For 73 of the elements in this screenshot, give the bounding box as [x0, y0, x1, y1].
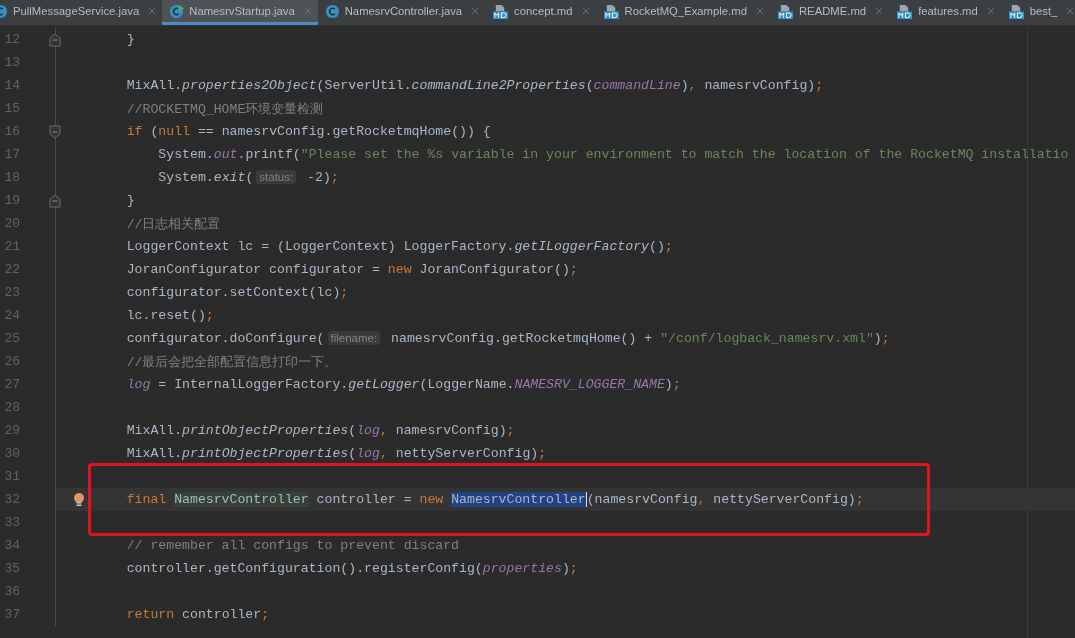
line-number: 21: [3, 239, 20, 254]
code-line: MixAll.printObjectProperties(log, nettyServerConfig);: [125, 446, 547, 461]
editor-tab[interactable]: features.md: [889, 0, 1001, 25]
line-number: 22: [3, 262, 20, 277]
markdown-file-icon: [492, 3, 510, 19]
line-number: 31: [3, 469, 20, 484]
editor-tab[interactable]: README.md: [769, 0, 890, 25]
line-number: 26: [3, 354, 20, 369]
markdown-file-icon: [1007, 3, 1025, 19]
line-number: 37: [3, 607, 20, 622]
line-number: 18: [3, 170, 20, 185]
editor-tab[interactable]: concept.md: [485, 0, 596, 25]
line-number: 24: [3, 308, 20, 323]
line-number: 12: [3, 32, 20, 47]
close-icon[interactable]: [1066, 7, 1075, 15]
editor-tab[interactable]: NamesrvStartup.java: [162, 0, 318, 25]
close-icon[interactable]: [303, 7, 312, 15]
line-number: 17: [3, 147, 20, 162]
line-number: 29: [3, 423, 20, 438]
code-line: controller.getConfiguration().registerConfig(properties);: [125, 561, 578, 576]
class-icon: [324, 3, 340, 19]
code-line: }: [125, 32, 135, 47]
editor-tab[interactable]: NamesrvController.java: [317, 0, 486, 25]
close-icon[interactable]: [755, 7, 764, 15]
line-number: 27: [3, 377, 20, 392]
fold-marker-icon[interactable]: [49, 193, 61, 208]
markdown-file-icon: [602, 3, 620, 19]
code-line: //日志相关配置: [125, 215, 221, 233]
editor-tab[interactable]: best_: [1000, 0, 1075, 25]
line-number: 28: [3, 400, 20, 415]
code-line: //ROCKETMQ_HOME环境变量检测: [125, 100, 324, 118]
line-number: 30: [3, 446, 20, 461]
code-line: configurator.doConfigure( filename: namesrvConfig.getRocketmqHome() + "/conf/logback_namesrv.xml");: [125, 331, 890, 346]
code-line: JoranConfigurator configurator = new JoranConfigurator();: [125, 262, 578, 277]
code-line: MixAll.printObjectProperties(log, namesrvConfig);: [125, 423, 515, 438]
editor-tab[interactable]: RocketMQ_Example.md: [595, 0, 770, 25]
code-line: System.out.printf("Please set the %s variable in your environment to match the location of the RocketMQ installatio: [157, 147, 1069, 162]
line-number: 23: [3, 285, 20, 300]
code-line: configurator.setContext(lc);: [125, 285, 349, 300]
line-number: 14: [3, 78, 20, 93]
line-number: 15: [3, 101, 20, 116]
line-number: 25: [3, 331, 20, 346]
close-icon[interactable]: [875, 7, 884, 15]
line-number: 33: [3, 515, 20, 530]
line-number: 34: [3, 538, 20, 553]
markdown-file-icon: [896, 3, 914, 19]
close-icon[interactable]: [148, 7, 157, 15]
code-line: if (null == namesrvConfig.getRocketmqHome()) {: [125, 124, 491, 139]
class-run-icon: [169, 3, 185, 19]
line-number: 36: [3, 584, 20, 599]
fold-marker-icon[interactable]: [49, 32, 61, 47]
markdown-file-icon: [776, 3, 794, 19]
code-line: lc.reset();: [125, 308, 214, 323]
code-line: log = InternalLoggerFactory.getLogger(LoggerName.NAMESRV_LOGGER_NAME);: [125, 377, 681, 392]
code-line: }: [125, 193, 135, 208]
line-number: 35: [3, 561, 20, 576]
close-icon[interactable]: [986, 7, 995, 15]
code-line: LoggerContext lc = (LoggerContext) LoggerFactory.getILoggerFactory();: [125, 239, 673, 254]
close-icon[interactable]: [581, 7, 590, 15]
code-line: return controller;: [125, 607, 270, 622]
code-line: MixAll.properties2Object(ServerUtil.commandLine2Properties(commandLine), namesrvConfig);: [125, 78, 824, 93]
line-number: 19: [3, 193, 20, 208]
code-line: final NamesrvController controller = new NamesrvController(namesrvConfig, nettyServerConfig);: [125, 492, 864, 507]
line-number: 32: [3, 492, 20, 507]
line-number: 16: [3, 124, 20, 139]
code-line: System.exit( status: -2);: [157, 170, 339, 185]
line-number: 13: [3, 55, 20, 70]
line-number: 20: [3, 216, 20, 231]
lightbulb-icon[interactable]: [73, 491, 85, 508]
code-line: // remember all configs to prevent discard: [125, 538, 460, 553]
editor-tab[interactable]: PullMessageService.java: [0, 0, 163, 25]
fold-marker-icon[interactable]: [49, 124, 61, 139]
close-icon[interactable]: [471, 7, 480, 15]
